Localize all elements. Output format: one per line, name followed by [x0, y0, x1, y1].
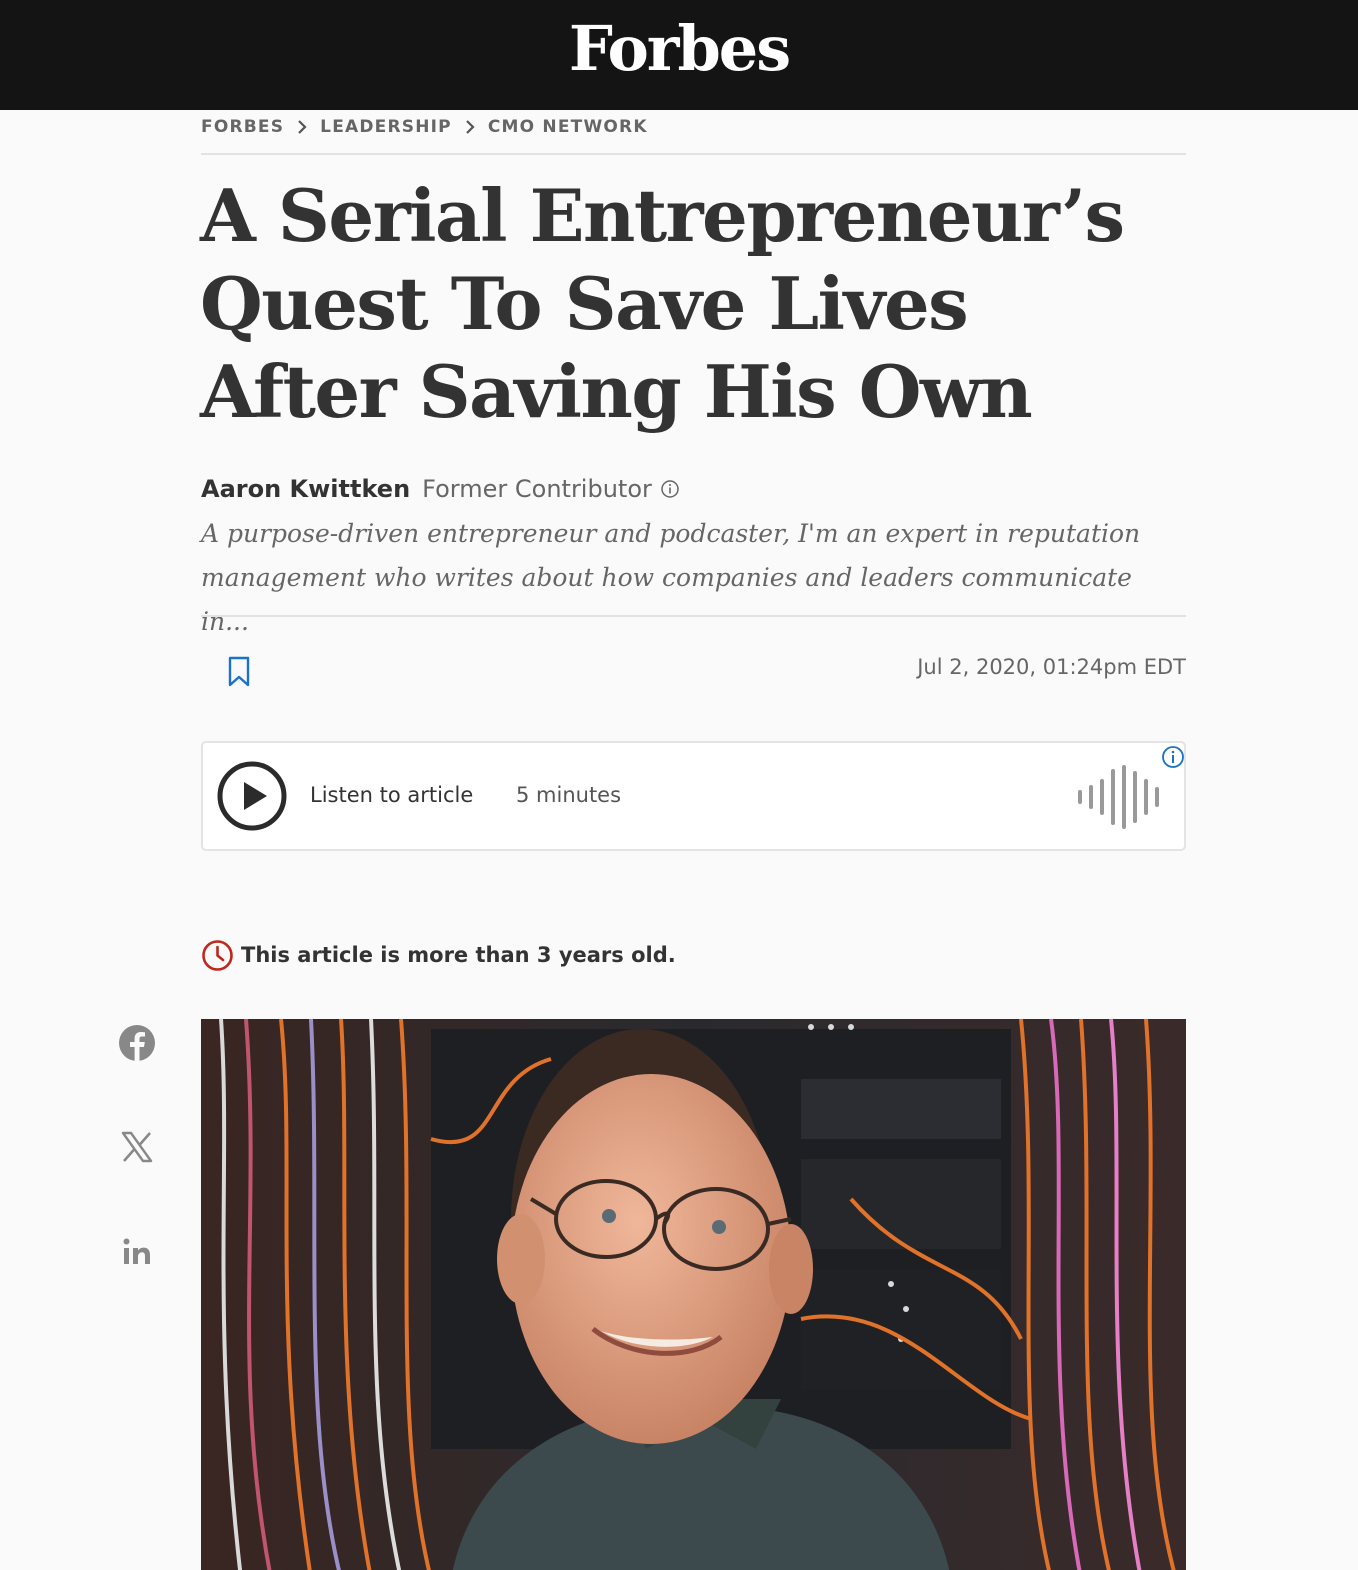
listen-label[interactable]: Listen to article: [310, 783, 473, 807]
age-notice-text: This article is more than 3 years old.: [241, 943, 676, 967]
chevron-right-icon: [298, 120, 307, 134]
waveform-icon: [1078, 765, 1159, 829]
chevron-right-icon: [466, 120, 475, 134]
portrait-photo: [201, 1019, 1186, 1570]
breadcrumb-item-cmo-network[interactable]: CMO NETWORK: [488, 117, 648, 137]
page-title: A Serial Entrepreneur’s Quest To Save Li…: [200, 173, 1125, 434]
divider: [201, 153, 1186, 155]
play-icon[interactable]: [216, 760, 288, 832]
facebook-icon[interactable]: [116, 1022, 158, 1064]
author-role: Former Contributor: [422, 475, 652, 503]
article-age-notice: This article is more than 3 years old.: [201, 938, 676, 972]
byline: Aaron Kwittken Former Contributor: [201, 472, 680, 506]
clock-icon: [202, 939, 233, 971]
info-icon[interactable]: [660, 479, 680, 499]
author-bio: A purpose-driven entrepreneur and podcas…: [201, 519, 1141, 636]
linkedin-icon[interactable]: [116, 1231, 158, 1273]
breadcrumb: FORBES LEADERSHIP CMO NETWORK: [201, 114, 648, 140]
audio-duration: 5 minutes: [516, 783, 622, 807]
x-icon[interactable]: [116, 1126, 158, 1168]
breadcrumb-item-leadership[interactable]: LEADERSHIP: [320, 117, 452, 137]
bookmark-icon[interactable]: [222, 652, 256, 690]
breadcrumb-item-forbes[interactable]: FORBES: [201, 117, 284, 137]
publish-date: Jul 2, 2020, 01:24pm EDT: [917, 655, 1186, 679]
divider: [201, 615, 1186, 617]
info-icon[interactable]: [1160, 744, 1186, 770]
audio-player: Listen to article 5 minutes: [201, 741, 1186, 851]
forbes-logo[interactable]: Forbes: [0, 12, 1358, 85]
hero-image: [201, 1019, 1186, 1570]
author-name[interactable]: Aaron Kwittken: [201, 475, 410, 503]
top-navigation-bar: Forbes: [0, 0, 1358, 110]
